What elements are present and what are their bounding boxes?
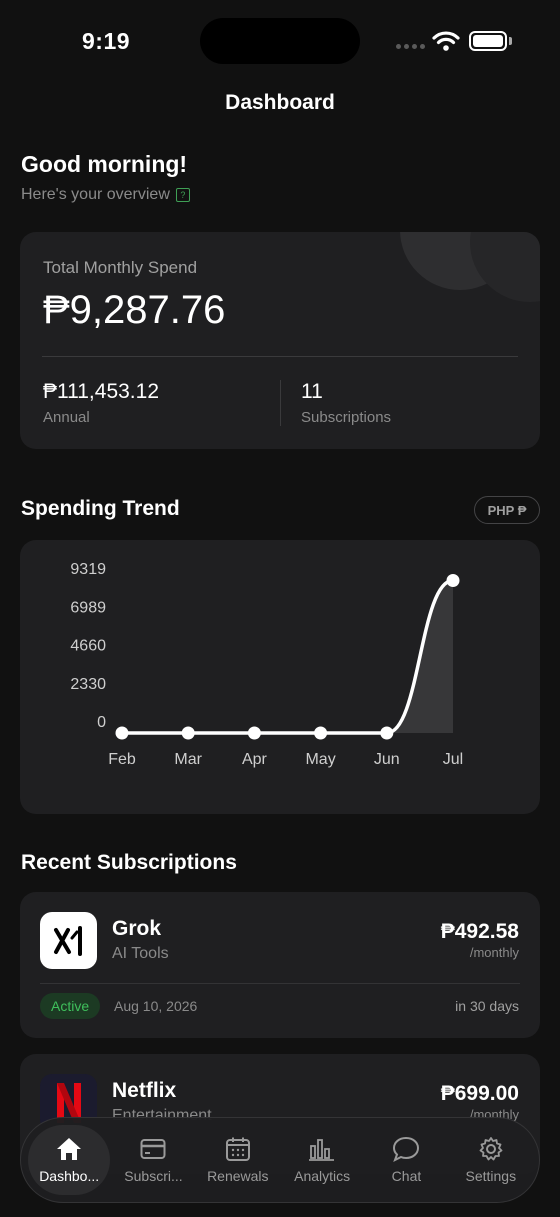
decorative-circle — [470, 232, 540, 302]
tab-label: Settings — [465, 1168, 517, 1184]
subscription-category: AI Tools — [112, 945, 169, 962]
data-point-mar — [181, 726, 195, 740]
greeting-subtitle-text: Here's your overview — [21, 186, 170, 203]
home-icon — [55, 1136, 83, 1162]
status-time: 9:19 — [82, 28, 131, 54]
x-tick-label: Apr — [242, 751, 268, 768]
tab-dashboard[interactable]: Dashbo... — [28, 1125, 111, 1195]
chart-svg: 9319 6989 4660 2330 0 Feb Mar Apr May Jun Jul — [70, 561, 463, 768]
subscription-price: ₱492.58 — [440, 920, 519, 943]
subscription-name: Netflix — [112, 1079, 177, 1102]
tab-renewals[interactable]: Renewals — [197, 1125, 279, 1195]
chat-icon — [392, 1136, 420, 1162]
annual-label: Annual — [43, 409, 90, 426]
recent-subscriptions-heading: Recent Subscriptions — [21, 851, 237, 874]
total-monthly-value: ₱9,287.76 — [43, 288, 226, 332]
y-tick-label: 2330 — [70, 676, 106, 693]
sparkle-icon: ? — [175, 188, 190, 202]
y-tick-label: 9319 — [70, 561, 106, 578]
tab-label: Renewals — [207, 1168, 269, 1184]
data-point-jul — [446, 574, 460, 588]
subscription-card-grok[interactable]: Grok AI Tools ₱492.58 /monthly Active Au… — [20, 892, 540, 1038]
divider — [40, 983, 520, 984]
annual-value: ₱111,453.12 — [43, 380, 159, 403]
tab-label: Analytics — [294, 1168, 351, 1184]
wifi-icon — [432, 30, 460, 57]
divider — [42, 356, 518, 357]
x-tick-label: Jun — [374, 751, 400, 768]
subscription-price: ₱699.00 — [440, 1082, 519, 1105]
grok-logo-icon — [40, 912, 97, 969]
y-tick-label: 0 — [97, 714, 106, 731]
tab-chat[interactable]: Chat — [365, 1125, 447, 1195]
renewal-countdown: in 30 days — [455, 998, 519, 1014]
card-icon — [140, 1136, 166, 1162]
tab-label: Subscri... — [124, 1168, 183, 1184]
page-title: Dashboard — [225, 91, 335, 114]
x-tick-label: Jul — [443, 751, 463, 768]
subscription-name: Grok — [112, 917, 162, 940]
currency-selector[interactable]: PHP ₱ — [474, 496, 540, 524]
data-point-may — [314, 726, 328, 740]
tab-subscriptions[interactable]: Subscri... — [112, 1125, 194, 1195]
tab-label: Dashbo... — [39, 1168, 100, 1184]
x-tick-label: Feb — [108, 751, 136, 768]
renewal-date: Aug 10, 2026 — [114, 998, 198, 1014]
subscriptions-count: 11 — [301, 380, 323, 403]
greeting-title: Good morning! — [21, 151, 188, 177]
data-point-apr — [247, 726, 261, 740]
series-line — [120, 578, 455, 735]
x-tick-label: May — [305, 751, 335, 768]
status-bar: 9:19 — [0, 0, 560, 84]
x-tick-label: Mar — [174, 751, 202, 768]
total-monthly-label: Total Monthly Spend — [43, 258, 198, 277]
data-point-feb — [115, 726, 129, 740]
cellular-signal-icon — [396, 44, 425, 49]
spending-trend-heading: Spending Trend — [21, 497, 180, 520]
subscription-period: /monthly — [469, 945, 519, 960]
status-badge: Active — [40, 993, 101, 1019]
calendar-icon — [225, 1136, 251, 1162]
tab-analytics[interactable]: Analytics — [281, 1125, 363, 1195]
battery-icon — [469, 31, 507, 51]
gear-icon — [478, 1136, 504, 1162]
tab-bar: Dashbo... Subscri... Renewals Analytics … — [20, 1117, 540, 1203]
greeting-subtitle: Here's your overview ? — [21, 186, 190, 204]
y-tick-label: 6989 — [70, 599, 106, 616]
chart-icon — [308, 1136, 336, 1162]
series-area — [122, 580, 453, 733]
dynamic-island — [200, 18, 360, 64]
summary-card[interactable]: Total Monthly Spend ₱9,287.76 ₱111,453.1… — [20, 232, 540, 449]
subscriptions-label: Subscriptions — [301, 409, 392, 426]
divider — [280, 380, 281, 426]
y-tick-label: 4660 — [70, 638, 106, 655]
data-point-jun — [380, 726, 394, 740]
tab-settings[interactable]: Settings — [450, 1125, 532, 1195]
tab-label: Chat — [391, 1168, 422, 1184]
spending-trend-chart: 9319 6989 4660 2330 0 Feb Mar Apr May Jun Jul — [20, 540, 540, 814]
